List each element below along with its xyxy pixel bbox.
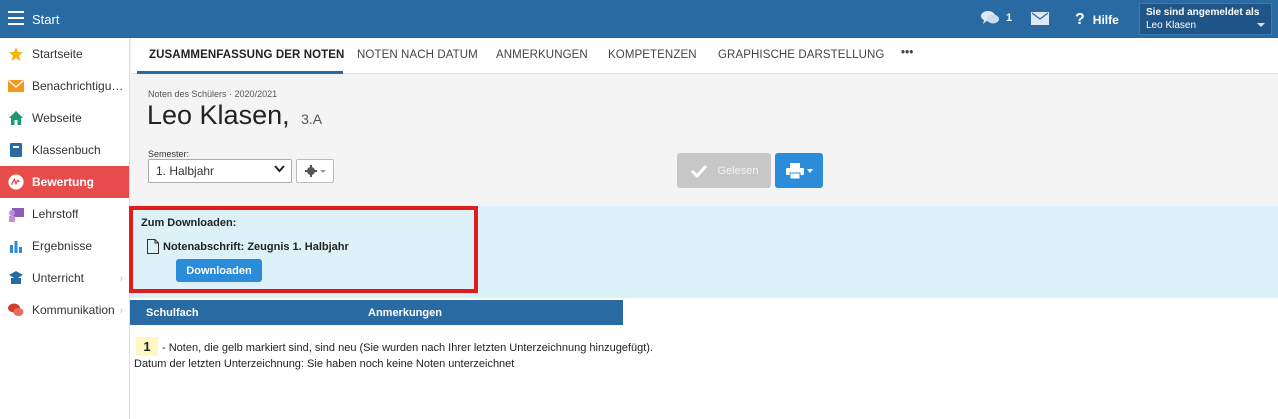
sidebar-item-lehrstoff[interactable]: Lehrstoff — [0, 198, 129, 230]
active-tab-indicator — [137, 71, 343, 74]
help-icon: ? — [1075, 11, 1085, 28]
messages-button[interactable]: 1 — [981, 10, 1012, 25]
help-button[interactable]: ? Hilfe — [1075, 11, 1119, 29]
tab-bar: ZUSAMMENFASSUNG DER NOTEN NOTEN NACH DAT… — [131, 38, 1278, 74]
sidebar-item-label: Lehrstoff — [32, 207, 79, 221]
tab-zusammenfassung[interactable]: ZUSAMMENFASSUNG DER NOTEN — [149, 49, 344, 61]
messages-count: 1 — [1006, 11, 1013, 24]
top-bar: Start 1 ? Hilfe Sie sind angemeldet als … — [0, 0, 1278, 38]
sidebar: Startseite Benachrichtigungen Webseite K… — [0, 38, 130, 419]
help-label: Hilfe — [1092, 13, 1119, 27]
star-icon — [8, 46, 24, 62]
sidebar-item-klassenbuch[interactable]: Klassenbuch — [0, 134, 129, 166]
mark-read-label: Gelesen — [717, 164, 759, 177]
chevron-right-icon: › — [119, 305, 123, 316]
home-icon — [8, 110, 24, 126]
sidebar-item-label: Kommunikation — [32, 303, 115, 317]
tab-kompetenzen[interactable]: KOMPETENZEN — [608, 49, 697, 61]
mark-read-button[interactable]: Gelesen — [677, 153, 771, 188]
user-menu-label: Sie sind angemeldet als — [1146, 7, 1260, 18]
gear-icon — [304, 165, 317, 177]
sidebar-item-bewertung[interactable]: Bewertung — [0, 166, 129, 198]
student-class: 3.A — [301, 111, 323, 127]
sidebar-item-label: Webseite — [32, 111, 82, 125]
user-name: Leo Klasen — [1146, 20, 1197, 31]
user-menu[interactable]: Sie sind angemeldet als Leo Klasen — [1139, 3, 1272, 35]
mail-icon[interactable] — [1031, 12, 1049, 25]
envelope-icon — [8, 78, 24, 94]
print-dropdown-button[interactable] — [775, 153, 823, 188]
tab-more[interactable]: ••• — [901, 47, 913, 59]
signature-info: Datum der letzten Unterzeichnung: Sie ha… — [134, 358, 515, 370]
settings-dropdown-button[interactable] — [296, 159, 334, 183]
check-icon — [690, 164, 707, 178]
sidebar-item-benachrichtigungen[interactable]: Benachrichtigungen — [0, 70, 129, 102]
legend-text: - Noten, die gelb markiert sind, sind ne… — [162, 342, 653, 354]
highlight-annotation-box — [129, 206, 478, 293]
tab-noten-nach-datum[interactable]: NOTEN NACH DATUM — [357, 49, 478, 61]
tab-anmerkungen[interactable]: ANMERKUNGEN — [496, 49, 588, 61]
table-header: Schulfach Anmerkungen — [130, 300, 623, 325]
sidebar-item-label: Bewertung — [32, 175, 95, 189]
chevron-down-icon — [274, 165, 285, 173]
bar-chart-icon — [8, 238, 24, 254]
chat-icon — [8, 302, 24, 318]
caret-down-icon — [806, 168, 813, 173]
sidebar-item-kommunikation[interactable]: Kommunikation › — [0, 294, 129, 326]
semester-label: Semester: — [148, 149, 190, 159]
sidebar-item-label: Ergebnisse — [32, 239, 93, 253]
page-subtitle: Noten des Schülers · 2020/2021 — [148, 89, 278, 99]
tab-graphische-darstellung[interactable]: GRAPHISCHE DARSTELLUNG — [718, 49, 884, 61]
sidebar-item-ergebnisse[interactable]: Ergebnisse — [0, 230, 129, 262]
sidebar-item-label: Startseite — [32, 47, 83, 61]
sidebar-item-webseite[interactable]: Webseite — [0, 102, 129, 134]
book-icon — [8, 142, 24, 158]
page-title: Leo Klasen, 3.A — [147, 100, 322, 131]
school-icon — [8, 270, 24, 286]
grade-icon — [8, 174, 24, 190]
chevron-right-icon: › — [119, 273, 123, 284]
column-header-anmerkungen[interactable]: Anmerkungen — [368, 307, 442, 319]
printer-icon — [785, 162, 804, 179]
column-header-schulfach[interactable]: Schulfach — [146, 307, 199, 319]
new-grade-badge: 1 — [136, 337, 158, 356]
semester-value: 1. Halbjahr — [156, 164, 215, 178]
sidebar-item-label: Unterricht — [32, 271, 85, 285]
chat-bubbles-icon — [981, 11, 999, 24]
caret-down-icon — [1257, 23, 1265, 27]
teacher-icon — [8, 206, 24, 222]
sidebar-item-startseite[interactable]: Startseite — [0, 38, 129, 70]
caret-down-icon — [319, 169, 326, 173]
sidebar-item-label: Klassenbuch — [32, 143, 101, 157]
student-name: Leo Klasen, — [147, 100, 290, 130]
sidebar-item-unterricht[interactable]: Unterricht › — [0, 262, 129, 294]
app-title: Start — [32, 12, 60, 27]
sidebar-item-label: Benachrichtigungen — [32, 79, 128, 93]
semester-select[interactable]: 1. Halbjahr — [148, 159, 292, 183]
menu-icon[interactable] — [8, 11, 24, 25]
